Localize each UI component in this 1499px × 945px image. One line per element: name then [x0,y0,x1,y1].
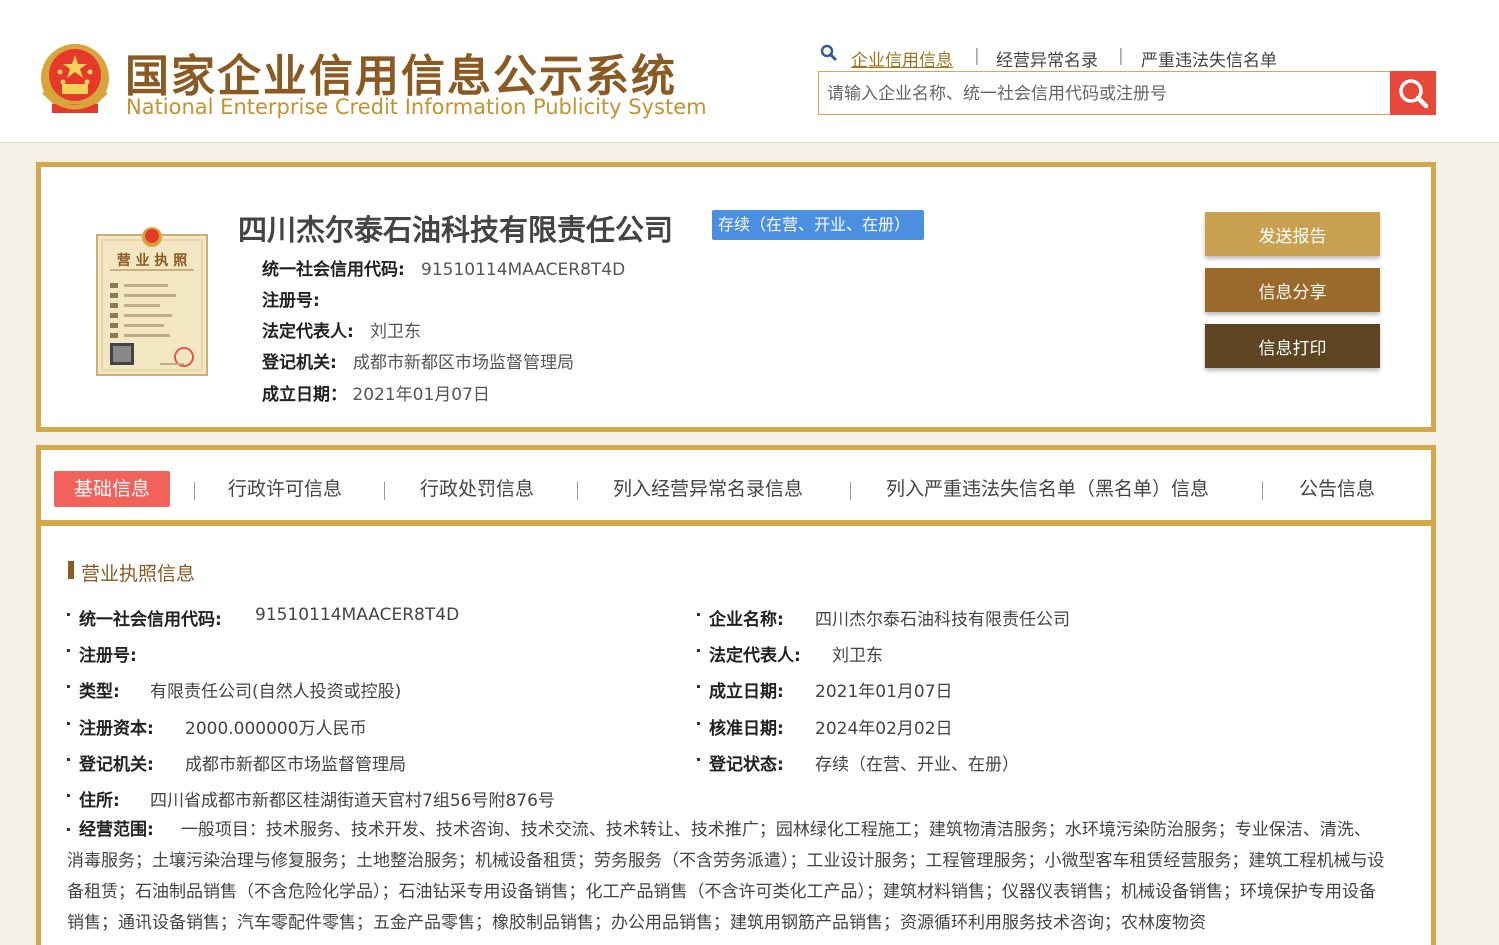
tab-separator [577,482,578,500]
field-business-scope: 经营范围: 一般项目：技术服务、技术开发、技术咨询、技术交流、技术转让、技术推广… [67,820,1385,933]
company-summary-card: 营 业 执 照 四川杰尔泰石油科技有限责任公司 存续（在营、开业、在册） 统一社… [36,162,1436,432]
search-input[interactable] [825,78,1389,110]
nav-separator: | [1118,46,1124,66]
search-button[interactable] [1390,71,1436,115]
site-subtitle: National Enterprise Credit Information P… [126,95,707,119]
tab-admin-license[interactable]: 行政许可信息 [228,471,342,507]
tab-separator [194,482,195,500]
send-report-button[interactable]: 发送报告 [1205,212,1380,256]
summary-reg-number: 注册号: [262,291,320,311]
summary-reg-authority: 登记机关: 成都市新都区市场监督管理局 [262,353,575,373]
tab-admin-penalty[interactable]: 行政处罚信息 [420,471,534,507]
company-name: 四川杰尔泰石油科技有限责任公司 [238,213,674,247]
nav-credit-info-link[interactable]: 企业信用信息 [851,46,953,71]
tab-separator [1262,482,1263,500]
license-title-stamp: 营 业 执 照 [117,252,188,269]
tab-separator [850,482,851,500]
status-badge: 存续（在营、开业、在册） [712,210,925,240]
summary-established: 成立日期： 2021年01月07日 [262,385,490,405]
info-tabs: 基础信息 行政许可信息 行政处罚信息 列入经营异常名录信息 列入严重违法失信名单… [41,450,1431,526]
summary-legal-rep: 法定代表人: 刘卫东 [262,322,422,342]
nav-abnormal-list-link[interactable]: 经营异常名录 [996,46,1098,71]
summary-credit-code: 统一社会信用代码: 91510114MAACER8T4D [262,260,626,280]
search-icon [1399,79,1429,109]
tab-blacklist[interactable]: 列入严重违法失信名单（黑名单）信息 [886,471,1209,507]
nav-serious-violation-link[interactable]: 严重违法失信名单 [1141,46,1277,71]
share-info-button[interactable]: 信息分享 [1205,268,1380,312]
tab-abnormal-list[interactable]: 列入经营异常名录信息 [613,471,803,507]
detail-card: 基础信息 行政许可信息 行政处罚信息 列入经营异常名录信息 列入严重违法失信名单… [36,445,1436,945]
business-license-image [96,227,208,376]
search-box [818,71,1436,115]
national-emblem-icon [41,44,109,113]
search-icon [820,44,838,62]
site-header: 国家企业信用信息公示系统 National Enterprise Credit … [0,0,1499,143]
tab-basic-info[interactable]: 基础信息 [54,471,171,507]
tab-announcements[interactable]: 公告信息 [1299,471,1375,507]
nav-separator: | [974,46,980,66]
svg-text:营 业 执 照: 营 业 执 照 [117,252,188,269]
print-info-button[interactable]: 信息打印 [1205,324,1380,368]
tab-separator [384,482,385,500]
